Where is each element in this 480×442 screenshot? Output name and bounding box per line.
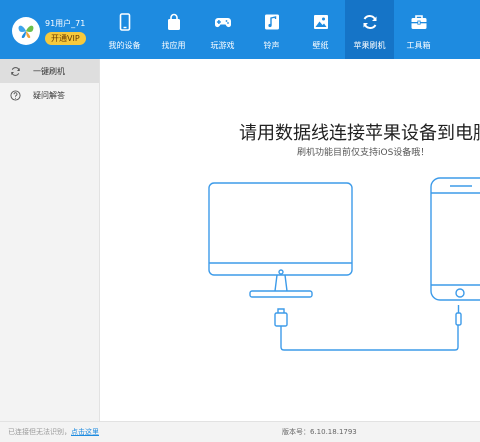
nav-ringtones[interactable]: 铃声: [247, 0, 296, 59]
nav-label: 玩游戏: [210, 41, 235, 50]
question-icon: [10, 89, 21, 101]
phone-icon: [119, 13, 130, 31]
top-toolbar: 91用户_71 开通VIP 我的设备 找应用 玩游戏 铃声 壁纸 苹果刷机 工具…: [0, 0, 480, 59]
connection-status: 已连接但无法识别，点击这里: [8, 427, 99, 437]
bag-icon: [167, 13, 180, 30]
usb-plug-illustration: [274, 312, 288, 327]
connection-status-message: 已连接但无法识别，: [8, 428, 71, 436]
nav-games[interactable]: 玩游戏: [198, 0, 247, 59]
refresh-icon: [363, 15, 376, 29]
nav-my-devices[interactable]: 我的设备: [100, 0, 149, 59]
status-bar: 已连接但无法识别，点击这里 版本号：6.10.18.1793: [0, 421, 480, 442]
phone-illustration: [430, 177, 480, 301]
avatar[interactable]: [12, 17, 40, 45]
version-label: 版本号：6.10.18.1793: [282, 428, 357, 436]
gamepad-icon: [214, 18, 231, 28]
nav-toolbox[interactable]: 工具箱: [394, 0, 443, 59]
sidebar-item-faq[interactable]: 疑问解答: [0, 83, 99, 107]
nav-label: 找应用: [161, 41, 186, 50]
sidebar-item-one-click-flash[interactable]: 一键刷机: [0, 59, 99, 83]
music-icon: [264, 14, 279, 30]
refresh-icon: [11, 66, 20, 76]
sidebar-item-label: 疑问解答: [33, 90, 65, 100]
nav-label: 壁纸: [312, 41, 329, 50]
nav-apple-flash[interactable]: 苹果刷机: [345, 0, 394, 59]
click-here-link[interactable]: 点击这里: [71, 428, 99, 436]
nav-label: 铃声: [263, 41, 280, 50]
vip-button[interactable]: 开通VIP: [45, 32, 86, 45]
main-nav: 我的设备 找应用 玩游戏 铃声 壁纸 苹果刷机 工具箱: [100, 0, 443, 59]
nav-find-apps[interactable]: 找应用: [149, 0, 198, 59]
nav-wallpapers[interactable]: 壁纸: [296, 0, 345, 59]
butterfly-logo-icon: [18, 25, 34, 38]
nav-label: 工具箱: [406, 41, 431, 50]
toolbox-icon: [411, 15, 426, 29]
sidebar-item-label: 一键刷机: [33, 66, 65, 76]
main-panel: 请用数据线连接苹果设备到电脑 刷机功能目前仅支持iOS设备哦！: [100, 59, 480, 421]
lightning-plug-illustration: [455, 312, 462, 326]
nav-label: 苹果刷机: [353, 41, 386, 50]
username: 91用户_71: [45, 19, 86, 28]
user-profile[interactable]: 91用户_71 开通VIP: [12, 14, 112, 48]
nav-label: 我的设备: [108, 41, 141, 50]
connect-device-illustration: [208, 177, 480, 351]
monitor-illustration: [208, 182, 353, 276]
sidebar: 一键刷机 疑问解答: [0, 59, 100, 421]
image-icon: [313, 15, 328, 29]
